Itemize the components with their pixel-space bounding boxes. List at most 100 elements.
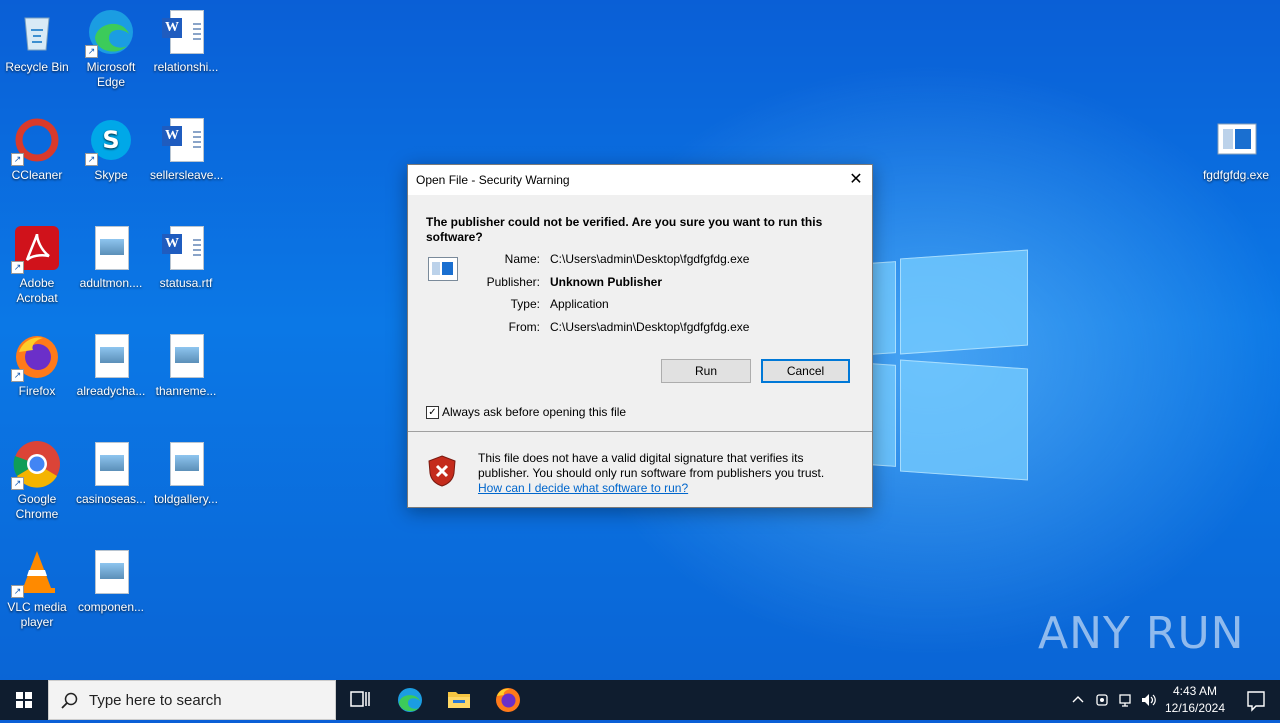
search-icon <box>61 692 78 709</box>
desktop-icon-firefox[interactable]: ↗ Firefox <box>1 332 73 399</box>
image-file-icon <box>87 224 135 272</box>
type-value: Application <box>550 297 609 311</box>
desktop-icon-adobe-acrobat[interactable]: ↗ Adobe Acrobat <box>1 224 73 306</box>
search-placeholder: Type here to search <box>89 692 222 709</box>
desktop-icon-file[interactable]: adultmon.... <box>75 224 147 291</box>
skype-icon: S ↗ <box>85 116 135 166</box>
wallpaper-windows-logo <box>870 240 1030 481</box>
firefox-icon: ↗ <box>11 332 61 382</box>
network-icon[interactable] <box>1118 692 1136 708</box>
checkbox-check-icon[interactable]: ✓ <box>426 406 439 419</box>
image-file-icon <box>87 440 135 488</box>
recycle-bin-icon <box>13 8 61 56</box>
desktop-icon-vlc[interactable]: ↗ VLC media player <box>1 548 73 630</box>
anyrun-watermark: ANY RUN <box>1038 608 1245 659</box>
desktop-icon-label: thanreme... <box>155 384 217 398</box>
notification-icon <box>1247 691 1265 712</box>
desktop-icon-label: Skype <box>94 168 128 182</box>
taskbar-edge-button[interactable] <box>386 680 434 720</box>
divider <box>408 431 872 432</box>
desktop-icon-file[interactable]: alreadycha... <box>75 332 147 399</box>
task-view-icon <box>350 691 370 707</box>
dialog-title: Open File - Security Warning <box>416 173 570 187</box>
word-document-icon: W <box>162 116 210 164</box>
word-document-icon: W <box>162 224 210 272</box>
desktop-icon-label: adultmon.... <box>79 276 143 290</box>
chevron-up-icon[interactable] <box>1070 692 1086 708</box>
desktop-icon-word-doc[interactable]: W statusa.rtf <box>150 224 222 291</box>
desktop-icon-microsoft-edge[interactable]: ↗ Microsoft Edge <box>75 8 147 90</box>
desktop-icon-label: componen... <box>77 600 145 614</box>
security-warning-dialog: Open File - Security Warning ✕ The publi… <box>407 164 873 508</box>
desktop-icon-label: Firefox <box>18 384 56 398</box>
desktop-icon-word-doc[interactable]: W relationshi... <box>150 8 222 75</box>
shield-error-icon <box>428 455 456 487</box>
desktop-icon-label: casinoseas... <box>75 492 147 506</box>
desktop-icon-recycle-bin[interactable]: Recycle Bin <box>1 8 73 75</box>
image-file-icon <box>162 332 210 380</box>
image-file-icon <box>87 548 135 596</box>
desktop-icon-label: relationshi... <box>153 60 219 74</box>
from-label: From: <box>508 320 540 334</box>
publisher-label: Publisher: <box>486 275 540 289</box>
windows-start-icon <box>16 692 32 708</box>
taskbar-search-box[interactable]: Type here to search <box>48 680 336 720</box>
vlc-cone-icon: ↗ <box>11 548 61 598</box>
desktop-icon-label: Google Chrome <box>15 492 59 521</box>
meet-now-icon[interactable] <box>1094 692 1110 708</box>
application-icon <box>428 257 458 281</box>
edge-icon <box>398 688 422 712</box>
volume-icon[interactable] <box>1140 692 1158 708</box>
desktop-icon-file[interactable]: toldgallery... <box>150 440 222 507</box>
system-tray <box>1068 680 1158 720</box>
image-file-icon <box>162 440 210 488</box>
run-button[interactable]: Run <box>661 359 751 383</box>
checkbox-label: Always ask before opening this file <box>442 405 627 419</box>
desktop-icon-file[interactable]: casinoseas... <box>75 440 147 507</box>
desktop-icon-label: Recycle Bin <box>5 60 69 74</box>
desktop-icon-label: fgdfgfdg.exe <box>1202 168 1270 182</box>
desktop-icon-exe[interactable]: fgdfgfdg.exe <box>1200 116 1272 183</box>
publisher-value: Unknown Publisher <box>550 275 663 289</box>
help-link[interactable]: How can I decide what software to run? <box>478 481 848 496</box>
firefox-icon <box>496 688 520 712</box>
adobe-acrobat-icon: ↗ <box>11 224 61 274</box>
taskbar-clock[interactable]: 4:43 AM 12/16/2024 <box>1160 683 1230 717</box>
desktop-icon-label: Adobe Acrobat <box>16 276 58 305</box>
desktop-icon-label: statusa.rtf <box>159 276 213 290</box>
edge-icon: ↗ <box>85 8 135 58</box>
warning-text: This file does not have a valid digital … <box>478 451 825 480</box>
application-exe-icon <box>1212 116 1260 164</box>
task-view-button[interactable] <box>336 680 384 720</box>
chrome-icon: ↗ <box>11 440 61 490</box>
close-icon[interactable]: ✕ <box>840 165 872 195</box>
desktop-icon-label: alreadycha... <box>76 384 146 398</box>
desktop-icon-chrome-ccleaner[interactable]: ↗ CCleaner <box>1 116 73 183</box>
from-value: C:\Users\admin\Desktop\fgdfgfdg.exe <box>550 320 750 334</box>
clock-time: 4:43 AM <box>1172 684 1218 698</box>
warning-message: This file does not have a valid digital … <box>478 451 848 496</box>
desktop-icon-file[interactable]: thanreme... <box>150 332 222 399</box>
word-document-icon: W <box>162 8 210 56</box>
start-button[interactable] <box>0 680 48 720</box>
desktop-icon-label: VLC media player <box>7 600 67 629</box>
desktop-icon-label: CCleaner <box>11 168 63 182</box>
desktop-icon-word-doc[interactable]: W sellersleave... <box>150 116 224 183</box>
clock-date: 12/16/2024 <box>1164 701 1226 715</box>
desktop-icon-skype[interactable]: S ↗ Skype <box>75 116 147 183</box>
desktop-icon-file[interactable]: componen... <box>75 548 147 615</box>
taskbar-firefox-button[interactable] <box>484 680 532 720</box>
desktop-icon-google-chrome[interactable]: ↗ Google Chrome <box>1 440 73 522</box>
dialog-titlebar[interactable]: Open File - Security Warning ✕ <box>408 165 872 195</box>
desktop-icon-label: toldgallery... <box>154 492 218 506</box>
taskbar: Type here to search 4:43 AM 12/16/2024 <box>0 680 1280 720</box>
dialog-question: The publisher could not be verified. Are… <box>426 215 823 244</box>
desktop-icon-label: sellersleave... <box>150 168 224 182</box>
taskbar-file-explorer-button[interactable] <box>435 680 483 720</box>
type-label: Type: <box>510 297 540 311</box>
name-label: Name: <box>504 252 540 266</box>
action-center-button[interactable] <box>1232 680 1280 720</box>
cancel-button[interactable]: Cancel <box>761 359 850 383</box>
folder-icon <box>448 692 470 708</box>
image-file-icon <box>87 332 135 380</box>
